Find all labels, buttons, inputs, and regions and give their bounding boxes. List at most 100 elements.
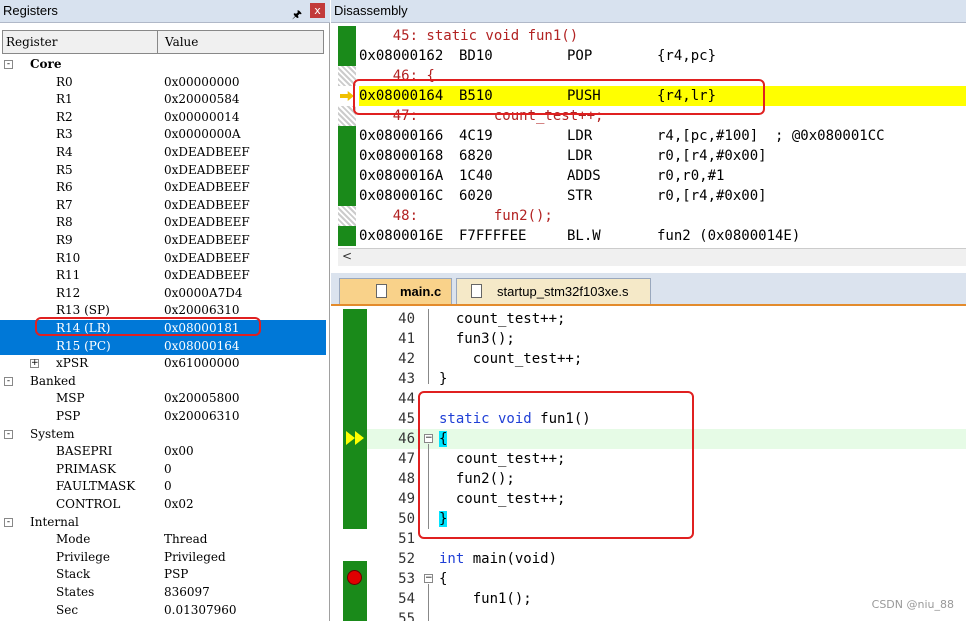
register-row[interactable]: R3 0x0000000A bbox=[0, 126, 326, 144]
column-divider[interactable] bbox=[157, 31, 158, 53]
code-line[interactable]: 53 { bbox=[367, 569, 966, 589]
disassembly-instruction-line[interactable]: 0x0800016A 1C40 ADDS r0,r0,#1 bbox=[359, 166, 966, 186]
register-row[interactable]: R14 (LR) 0x08000181 bbox=[0, 320, 326, 338]
register-value[interactable]: 0x00000014 bbox=[164, 109, 239, 126]
collapse-icon[interactable]: - bbox=[4, 429, 13, 439]
register-row[interactable]: MSP 0x20005800 bbox=[0, 390, 326, 408]
register-value[interactable]: 0.01307960 bbox=[164, 602, 237, 619]
register-row[interactable]: CONTROL 0x02 bbox=[0, 496, 326, 514]
code-line[interactable]: 51 bbox=[367, 529, 966, 549]
register-row[interactable]: BASEPRI 0x00 bbox=[0, 443, 326, 461]
register-row[interactable]: R4 0xDEADBEEF bbox=[0, 144, 326, 162]
register-row[interactable]: R7 0xDEADBEEF bbox=[0, 197, 326, 215]
register-value[interactable]: 0xDEADBEEF bbox=[164, 250, 250, 267]
code-line[interactable]: 48 fun2(); bbox=[367, 469, 966, 489]
register-value[interactable]: 0xDEADBEEF bbox=[164, 197, 250, 214]
register-value[interactable]: 0xDEADBEEF bbox=[164, 267, 250, 284]
tab-startup-stm32f103xe-s[interactable]: startup_stm32f103xe.s bbox=[456, 278, 651, 304]
register-value[interactable]: 0x00 bbox=[164, 443, 194, 460]
code-line[interactable]: 44 bbox=[367, 389, 966, 409]
register-row[interactable]: R12 0x0000A7D4 bbox=[0, 285, 326, 303]
pin-icon[interactable]: 🖈 bbox=[292, 4, 302, 26]
register-value[interactable]: 0xDEADBEEF bbox=[164, 162, 250, 179]
code-line[interactable]: 50} bbox=[367, 509, 966, 529]
register-row[interactable]: R15 (PC) 0x08000164 bbox=[0, 337, 326, 356]
disassembly-source-line[interactable]: 45: static void fun1() bbox=[359, 26, 966, 46]
register-row[interactable]: R1 0x20000584 bbox=[0, 91, 326, 109]
register-row[interactable]: Stack PSP bbox=[0, 566, 326, 584]
register-value[interactable]: 0 bbox=[164, 461, 172, 478]
close-icon[interactable]: x bbox=[310, 3, 325, 18]
code-line[interactable]: 49 count_test++; bbox=[367, 489, 966, 509]
register-row[interactable]: Mode Thread bbox=[0, 531, 326, 549]
disassembly-instruction-line[interactable]: 0x08000164 B510 PUSH {r4,lr} bbox=[359, 86, 966, 106]
column-value[interactable]: Value bbox=[165, 35, 198, 49]
register-value[interactable]: 0xDEADBEEF bbox=[164, 179, 250, 196]
collapse-icon[interactable]: - bbox=[4, 517, 13, 527]
register-value[interactable]: PSP bbox=[164, 566, 188, 583]
register-row[interactable]: R10 0xDEADBEEF bbox=[0, 250, 326, 268]
breakpoint-icon[interactable] bbox=[347, 570, 362, 585]
expand-icon[interactable]: + bbox=[30, 359, 39, 369]
disassembly-instruction-line[interactable]: 0x08000168 6820 LDR r0,[r4,#0x00] bbox=[359, 146, 966, 166]
register-value[interactable]: 0x20000584 bbox=[164, 91, 239, 108]
register-row[interactable]: R0 0x00000000 bbox=[0, 74, 326, 92]
register-row[interactable]: Sec 0.01307960 bbox=[0, 602, 326, 620]
code-line[interactable]: 52 int main(void) bbox=[367, 549, 966, 569]
register-row[interactable]: - Internal bbox=[0, 514, 326, 532]
collapse-icon[interactable]: - bbox=[4, 376, 13, 386]
register-row[interactable]: R8 0xDEADBEEF bbox=[0, 214, 326, 232]
register-value[interactable]: 0x20006310 bbox=[164, 302, 239, 319]
register-value[interactable]: 0xDEADBEEF bbox=[164, 144, 250, 161]
register-value[interactable]: Privileged bbox=[164, 549, 226, 566]
register-row[interactable]: R6 0xDEADBEEF bbox=[0, 179, 326, 197]
register-row[interactable]: Privilege Privileged bbox=[0, 549, 326, 567]
disassembly-source-line[interactable]: 47: count_test++; bbox=[359, 106, 966, 126]
register-row[interactable]: + xPSR 0x61000000 bbox=[0, 355, 326, 373]
disassembly-source-line[interactable]: 46: { bbox=[359, 66, 966, 86]
code-line[interactable]: 46 { bbox=[367, 429, 966, 449]
register-row[interactable]: R9 0xDEADBEEF bbox=[0, 232, 326, 250]
column-register[interactable]: Register bbox=[6, 35, 57, 49]
register-value[interactable]: 0xDEADBEEF bbox=[164, 232, 250, 249]
code-line[interactable]: 47 count_test++; bbox=[367, 449, 966, 469]
register-row[interactable]: R11 0xDEADBEEF bbox=[0, 267, 326, 285]
code-line[interactable]: 45 static void fun1() bbox=[367, 409, 966, 429]
register-row[interactable]: R13 (SP) 0x20006310 bbox=[0, 302, 326, 320]
register-value[interactable]: 0x00000000 bbox=[164, 74, 239, 91]
register-row[interactable]: FAULTMASK 0 bbox=[0, 478, 326, 496]
register-row[interactable]: PRIMASK 0 bbox=[0, 461, 326, 479]
register-row[interactable]: PSP 0x20006310 bbox=[0, 408, 326, 426]
register-value[interactable]: 0x02 bbox=[164, 496, 194, 513]
disassembly-instruction-line[interactable]: 0x08000166 4C19 LDR r4,[pc,#100] ; @0x08000… bbox=[359, 126, 966, 146]
register-row[interactable]: - System bbox=[0, 426, 326, 444]
register-value[interactable]: 0x08000181 bbox=[164, 320, 239, 337]
register-value[interactable]: 0x08000164 bbox=[164, 338, 239, 355]
register-value[interactable]: 0x20005800 bbox=[164, 390, 239, 407]
scroll-left-icon[interactable]: < bbox=[342, 249, 352, 263]
register-row[interactable]: R2 0x00000014 bbox=[0, 109, 326, 127]
register-row[interactable]: R5 0xDEADBEEF bbox=[0, 162, 326, 180]
disassembly-instruction-line[interactable]: 0x08000162 BD10 POP {r4,pc} bbox=[359, 46, 966, 66]
register-row[interactable]: - Banked bbox=[0, 373, 326, 391]
register-value[interactable]: Thread bbox=[164, 531, 207, 548]
collapse-icon[interactable]: - bbox=[4, 60, 13, 69]
disassembly-source-line[interactable]: 48: fun2(); bbox=[359, 206, 966, 226]
register-value[interactable]: 0x0000A7D4 bbox=[164, 285, 243, 302]
register-value[interactable]: 0xDEADBEEF bbox=[164, 214, 250, 231]
register-value[interactable]: 0x61000000 bbox=[164, 355, 239, 372]
register-value[interactable]: 836097 bbox=[164, 584, 210, 601]
register-value[interactable]: 0x20006310 bbox=[164, 408, 239, 425]
fold-toggle-icon[interactable]: − bbox=[424, 434, 433, 443]
tab-main-c[interactable]: main.c bbox=[339, 278, 452, 304]
register-value[interactable]: 0x0000000A bbox=[164, 126, 241, 143]
register-value[interactable]: 0 bbox=[164, 478, 172, 495]
code-line[interactable]: 41 fun3(); bbox=[367, 329, 966, 349]
disassembly-instruction-line[interactable]: 0x0800016C 6020 STR r0,[r4,#0x00] bbox=[359, 186, 966, 206]
code-line[interactable]: 42 count_test++; bbox=[367, 349, 966, 369]
register-row[interactable]: - Core bbox=[0, 56, 326, 74]
fold-toggle-icon[interactable]: − bbox=[424, 574, 433, 583]
disassembly-horizontal-scrollbar[interactable]: < bbox=[338, 248, 966, 266]
register-row[interactable]: States 836097 bbox=[0, 584, 326, 602]
disassembly-instruction-line[interactable]: 0x0800016E F7FFFFEE BL.W fun2 (0x0800014E) bbox=[359, 226, 966, 246]
